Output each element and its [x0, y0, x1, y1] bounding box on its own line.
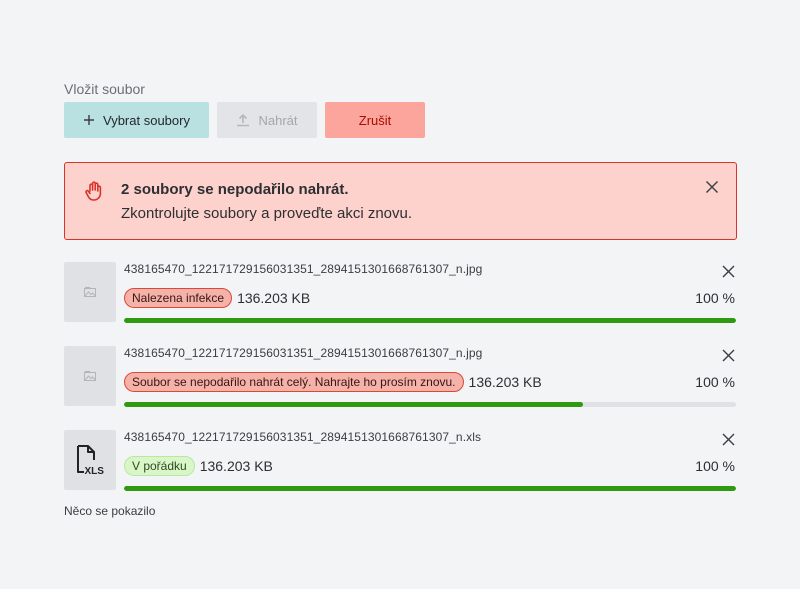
image-icon — [84, 371, 96, 381]
toolbar: Vybrat soubory Nahrát Zrušit — [64, 102, 737, 138]
file-size: 136.203 KB — [237, 290, 311, 306]
alert-title: 2 soubory se nepodařilo nahrát. — [121, 181, 349, 198]
progress-bar — [124, 318, 736, 323]
select-files-label: Vybrat soubory — [103, 112, 190, 128]
file-thumbnail: XLS — [64, 430, 116, 490]
file-size: 136.203 KB — [199, 458, 273, 474]
status-badge: V pořádku — [124, 456, 195, 476]
progress-percent: 100 % — [695, 458, 735, 474]
svg-text:XLS: XLS — [85, 466, 105, 476]
file-item: XLS 438165470_122171729156031351_2894151… — [64, 430, 737, 514]
file-list: 438165470_122171729156031351_28941513016… — [64, 262, 737, 514]
file-name: 438165470_122171729156031351_28941513016… — [124, 262, 483, 276]
cancel-button[interactable]: Zrušit — [325, 102, 425, 138]
remove-file-icon[interactable] — [722, 433, 735, 446]
upload-label: Nahrát — [258, 112, 298, 128]
progress-percent: 100 % — [695, 290, 735, 306]
file-size: 136.203 KB — [468, 374, 542, 390]
hand-stop-icon — [85, 181, 102, 201]
status-badge: Nalezena infekce — [124, 288, 233, 308]
progress-fill — [124, 402, 583, 407]
file-status-row: V pořádku 136.203 KB — [124, 456, 273, 476]
file-upload: Vložit soubor Vybrat soubory Nahrát Zruš… — [64, 80, 737, 518]
file-name: 438165470_122171729156031351_28941513016… — [124, 346, 483, 360]
progress-percent: 100 % — [695, 374, 735, 390]
remove-file-icon[interactable] — [722, 349, 735, 362]
file-thumbnail — [64, 346, 116, 406]
upload-button[interactable]: Nahrát — [217, 102, 317, 138]
progress-bar — [124, 486, 736, 491]
xls-file-icon: XLS — [77, 445, 105, 476]
field-label: Vložit soubor — [64, 81, 145, 97]
progress-fill — [124, 318, 736, 323]
upload-icon — [237, 113, 250, 127]
plus-icon — [84, 115, 95, 125]
file-status-row: Soubor se nepodařilo nahrát celý. Nahraj… — [124, 372, 542, 392]
status-badge: Soubor se nepodařilo nahrát celý. Nahraj… — [124, 372, 464, 392]
remove-file-icon[interactable] — [722, 265, 735, 278]
file-name: 438165470_122171729156031351_28941513016… — [124, 430, 482, 444]
file-status-row: Nalezena infekce 136.203 KB — [124, 288, 310, 308]
error-alert: 2 soubory se nepodařilo nahrát. Zkontrol… — [64, 162, 737, 240]
progress-bar — [124, 402, 736, 407]
select-files-button[interactable]: Vybrat soubory — [64, 102, 209, 138]
alert-text: Zkontrolujte soubory a proveďte akci zno… — [121, 205, 413, 222]
progress-fill — [124, 486, 736, 491]
file-thumbnail — [64, 262, 116, 322]
close-icon[interactable] — [705, 180, 719, 194]
cancel-label: Zrušit — [358, 112, 392, 128]
image-icon — [84, 287, 96, 297]
file-item: 438165470_122171729156031351_28941513016… — [64, 262, 737, 346]
file-item: 438165470_122171729156031351_28941513016… — [64, 346, 737, 430]
